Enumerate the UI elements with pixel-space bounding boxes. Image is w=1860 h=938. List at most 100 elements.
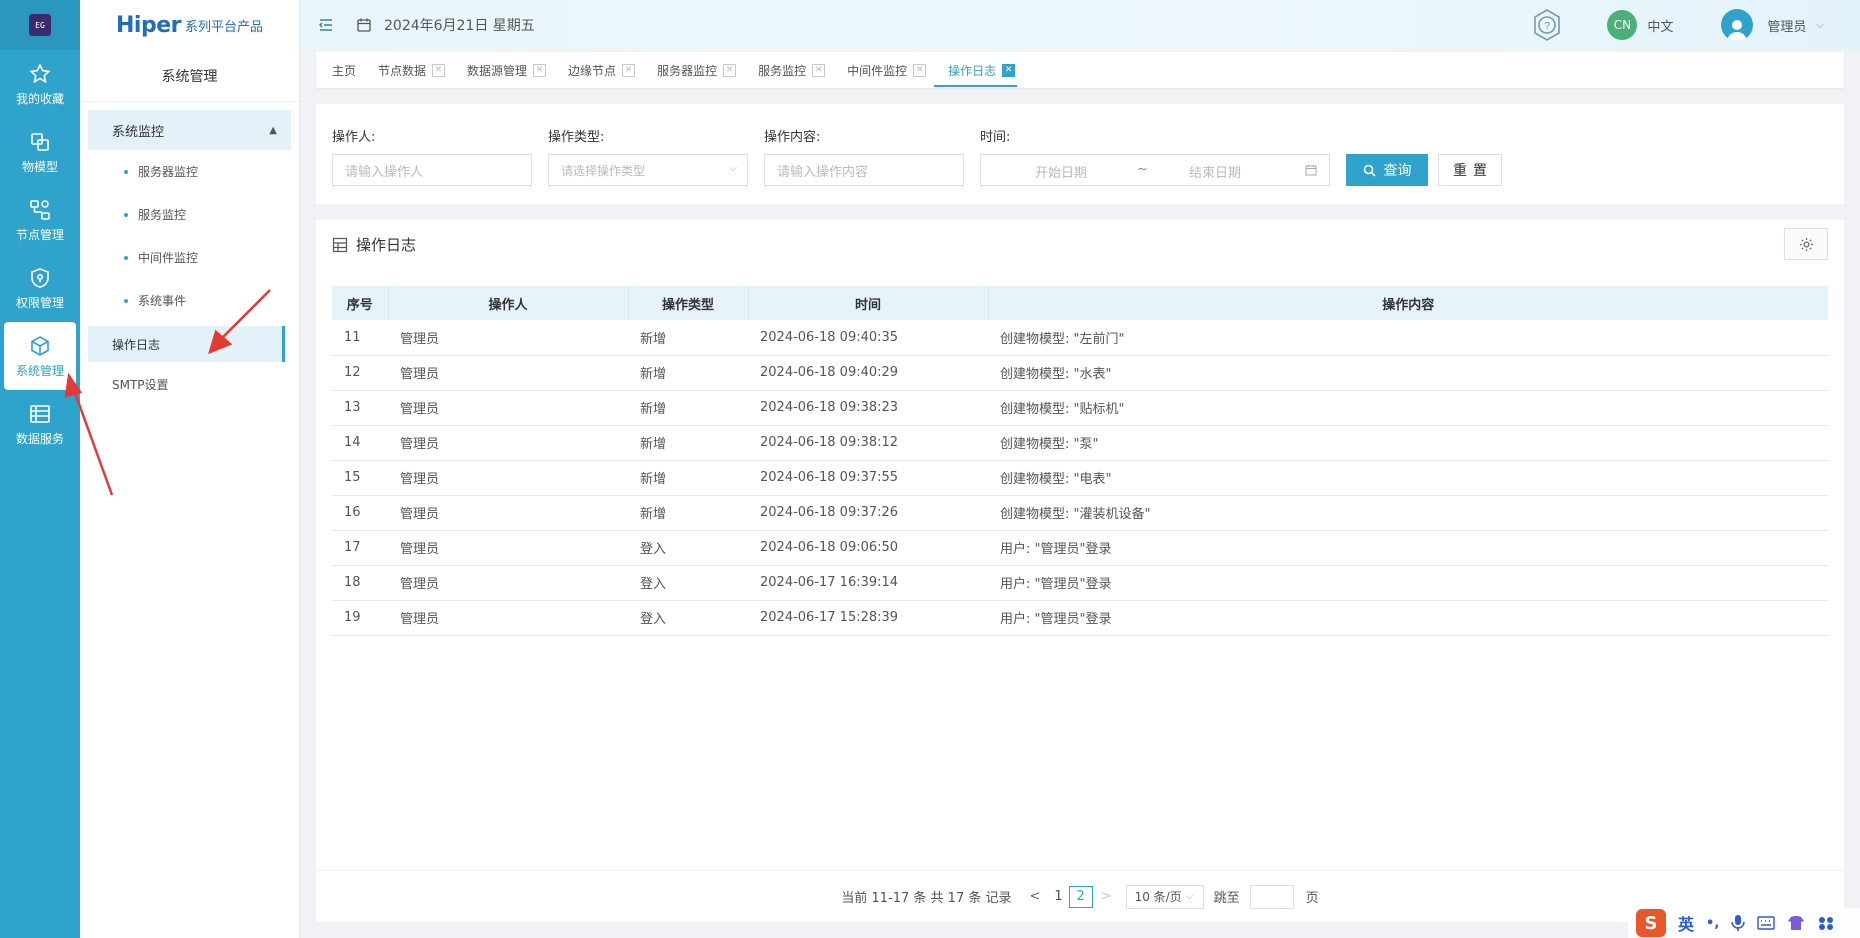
close-icon[interactable]: ✕ [913, 63, 927, 77]
keyboard-icon[interactable] [1757, 916, 1775, 930]
toolbox-icon[interactable] [1817, 915, 1835, 931]
user-icon [1727, 20, 1748, 41]
sidebar-item-server-monitor[interactable]: 服务器监控 [80, 150, 299, 193]
tab-service-monitor[interactable]: 服务监控 ✕ [758, 53, 826, 87]
query-button[interactable]: 查询 [1346, 154, 1428, 186]
start-date-placeholder[interactable]: 开始日期 [1035, 162, 1087, 181]
close-icon[interactable]: ✕ [812, 63, 826, 77]
close-icon[interactable]: ✕ [432, 63, 446, 77]
cell-operator: 管理员 [400, 542, 440, 557]
column-header-index[interactable]: 序号 [332, 286, 389, 320]
operator-input[interactable]: 请输入操作人 [332, 154, 532, 186]
date-range-picker[interactable]: 开始日期 ~ 结束日期 [980, 154, 1330, 186]
bullet-icon [124, 255, 128, 260]
tab-node-data[interactable]: 节点数据 ✕ [378, 53, 446, 87]
help-icon[interactable]: ? [1529, 7, 1565, 43]
page-size-select[interactable]: 10 条/页 ⌵ [1125, 884, 1204, 909]
cell-operator: 管理员 [400, 402, 440, 417]
tab-label: 中间件监控 [847, 63, 908, 78]
page-current[interactable]: 2 [1068, 885, 1093, 908]
rail-item-data-service[interactable]: 数据服务 [0, 390, 80, 458]
tab-middleware-monitor[interactable]: 中间件监控 ✕ [847, 53, 927, 87]
rail-label: 物模型 [21, 159, 58, 174]
sidebar-item-operation-log[interactable]: 操作日志 [88, 326, 285, 362]
app-logo-icon: EG [29, 14, 51, 36]
cell-type: 新增 [640, 331, 667, 347]
cell-time: 2024-06-18 09:40:29 [760, 365, 899, 380]
cell-index: 13 [344, 400, 361, 415]
table-row[interactable]: 16 管理员 新增 2024-06-18 09:37:26 创建物模型: "灌装机设备" [332, 495, 1828, 530]
cell-type: 新增 [640, 507, 667, 522]
table-row[interactable]: 18 管理员 登入 2024-06-17 16:39:14 用户: "管理员"登录 [332, 565, 1828, 600]
menu-collapse-icon[interactable] [318, 17, 334, 33]
tab-home[interactable]: 主页 [332, 53, 356, 87]
reset-button[interactable]: 重置 [1438, 154, 1502, 186]
rail-item-favorites[interactable]: 我的收藏 [0, 50, 80, 118]
close-icon[interactable]: ✕ [622, 63, 636, 77]
next-page-icon[interactable]: > [1101, 889, 1112, 904]
language-label[interactable]: 中文 [1647, 16, 1673, 35]
sidebar-item-middleware-monitor[interactable]: 中间件监控 [80, 236, 299, 279]
close-icon[interactable]: ✕ [723, 63, 737, 77]
page-1[interactable]: 1 [1054, 889, 1062, 904]
cell-content: 用户: "管理员"登录 [1000, 577, 1112, 592]
end-date-placeholder[interactable]: 结束日期 [1189, 162, 1241, 181]
sidebar-item-system-events[interactable]: 系统事件 [80, 279, 299, 322]
column-header-content[interactable]: 操作内容 [988, 286, 1828, 320]
calendar-icon [357, 18, 371, 32]
current-date: 2024年6月21日 星期五 [384, 18, 535, 34]
skin-icon[interactable] [1787, 915, 1805, 931]
tab-datasource-management[interactable]: 数据源管理 ✕ [467, 53, 547, 87]
sidebar-group-system-monitor[interactable]: 系统监控 ▲ [88, 110, 291, 150]
panel-title: 操作日志 [356, 236, 417, 254]
sidebar-item-smtp-settings[interactable]: SMTP设置 [88, 366, 285, 402]
table-row[interactable]: 19 管理员 登入 2024-06-17 15:28:39 用户: "管理员"登录 [332, 600, 1828, 635]
microphone-icon[interactable] [1731, 914, 1746, 932]
rail-item-system-management[interactable]: 系统管理 [4, 322, 76, 390]
user-avatar[interactable] [1721, 9, 1754, 41]
close-icon[interactable]: ✕ [1002, 63, 1016, 77]
brand-logo[interactable]: Hiper 系列平台产品 [80, 0, 299, 50]
table-row[interactable]: 13 管理员 新增 2024-06-18 09:38:23 创建物模型: "贴标机" [332, 390, 1828, 425]
sidebar-item-service-monitor[interactable]: 服务监控 [80, 193, 299, 236]
tab-edge-node[interactable]: 边缘节点 ✕ [568, 53, 636, 87]
jump-page-input[interactable] [1249, 884, 1294, 909]
prev-page-icon[interactable]: < [1030, 889, 1041, 904]
cell-type: 新增 [640, 367, 667, 382]
rail-item-node-management[interactable]: 节点管理 [0, 186, 80, 254]
table-row[interactable]: 14 管理员 新增 2024-06-18 09:38:12 创建物模型: "泵" [332, 425, 1828, 460]
cell-type: 新增 [640, 472, 667, 487]
tab-server-monitor[interactable]: 服务器监控 ✕ [657, 53, 737, 87]
table-row[interactable]: 17 管理员 登入 2024-06-18 09:06:50 用户: "管理员"登录 [332, 530, 1828, 565]
user-name[interactable]: 管理员 [1767, 16, 1806, 35]
close-icon[interactable]: ✕ [533, 63, 547, 77]
cell-operator: 管理员 [400, 507, 440, 522]
tab-operation-log[interactable]: 操作日志 ✕ [934, 53, 1018, 87]
ime-mode-label[interactable]: 英 [1678, 911, 1694, 935]
page-size-value: 10 条/页 [1134, 890, 1182, 904]
tab-label: 服务器监控 [657, 63, 718, 78]
operator-placeholder: 请输入操作人 [345, 164, 424, 180]
column-header-operator[interactable]: 操作人 [388, 286, 629, 320]
sogou-ime-icon[interactable]: S [1636, 909, 1666, 937]
type-select[interactable]: 请选择操作类型 ⌵ [548, 154, 748, 186]
table-row[interactable]: 12 管理员 新增 2024-06-18 09:40:29 创建物模型: "水表" [332, 355, 1828, 390]
column-header-time[interactable]: 时间 [748, 286, 989, 320]
cell-content: 创建物模型: "电表" [1000, 472, 1112, 487]
language-badge[interactable]: CN [1607, 10, 1638, 40]
table-settings-button[interactable] [1784, 228, 1828, 260]
app-logo[interactable]: EG [0, 0, 80, 50]
rail-item-thing-model[interactable]: 物模型 [0, 118, 80, 186]
table-row[interactable]: 15 管理员 新增 2024-06-18 09:37:55 创建物模型: "电表" [332, 460, 1828, 495]
rail-item-permissions[interactable]: 权限管理 [0, 254, 80, 322]
cell-time: 2024-06-17 15:28:39 [760, 610, 899, 625]
chevron-down-icon[interactable]: ⌵ [1816, 20, 1824, 31]
cell-type: 登入 [640, 612, 667, 627]
sidebar-section-title: 系统管理 [80, 50, 299, 102]
column-header-type[interactable]: 操作类型 [628, 286, 749, 320]
sidebar-item-label: 服务监控 [138, 208, 187, 222]
rail-label: 权限管理 [15, 295, 64, 310]
table-row[interactable]: 11 管理员 新增 2024-06-18 09:40:35 创建物模型: "左前门" [332, 320, 1828, 355]
content-input[interactable]: 请输入操作内容 [764, 154, 964, 186]
punctuation-icon[interactable]: •, [1706, 916, 1719, 931]
